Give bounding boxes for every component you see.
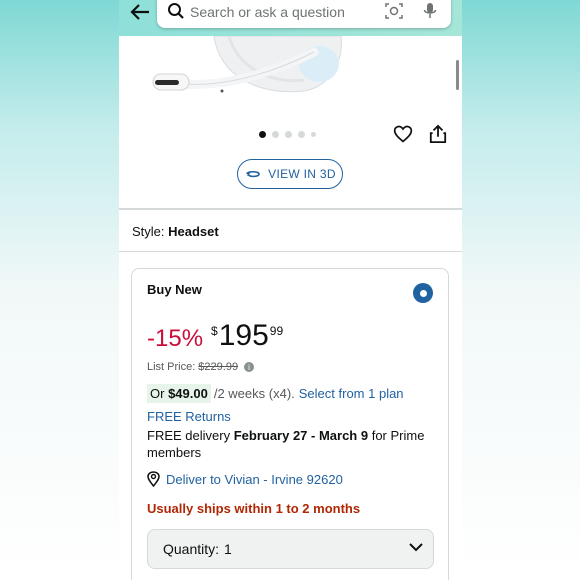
back-arrow-icon[interactable]: [127, 0, 153, 24]
price-whole: 195: [218, 319, 269, 352]
search-input[interactable]: Search or ask a question: [190, 4, 345, 20]
carousel-dot-1[interactable]: [259, 131, 266, 138]
quantity-label: Quantity:: [163, 541, 220, 557]
quantity-dropdown[interactable]: Quantity: 1: [147, 529, 434, 569]
scrollbar-thumb[interactable]: [456, 60, 459, 90]
price-fraction: 99: [269, 324, 284, 338]
delivery-prefix: FREE delivery: [147, 428, 231, 443]
style-label: Style:: [132, 224, 165, 239]
installment-offer: Or $49.00 /2 weeks (x4). Select from 1 p…: [147, 384, 404, 403]
info-icon[interactable]: i: [244, 362, 255, 372]
top-header: Search or ask a question: [119, 0, 462, 36]
search-bar[interactable]: Search or ask a question: [157, 0, 451, 28]
deliver-to-label: Deliver to Vivian - Irvine 92620: [166, 471, 343, 487]
free-returns-link[interactable]: FREE Returns: [147, 409, 231, 424]
search-icon: [168, 3, 184, 19]
installment-or: Or: [150, 386, 165, 401]
product-page: VIEW IN 3D Search or ask a question Styl…: [119, 0, 462, 580]
style-value: Headset: [168, 224, 219, 239]
shipping-notice: Usually ships within 1 to 2 months: [147, 501, 361, 516]
installment-terms: /2 weeks (x4).: [213, 386, 295, 401]
view-in-3d-button[interactable]: VIEW IN 3D: [237, 159, 343, 189]
list-price-value: $229.99: [198, 361, 239, 373]
list-price-label: List Price:: [147, 361, 196, 373]
chevron-down-icon: [409, 543, 423, 552]
style-selector[interactable]: Style: Headset: [132, 224, 219, 239]
camera-lens-icon[interactable]: [385, 2, 403, 20]
deliver-to-link[interactable]: Deliver to Vivian - Irvine 92620: [147, 471, 343, 487]
carousel-dot-2[interactable]: [272, 131, 279, 138]
microphone-icon[interactable]: [423, 2, 437, 20]
carousel-dot-3[interactable]: [285, 131, 292, 138]
rotate-3d-icon: [246, 170, 260, 178]
carousel-dot-4[interactable]: [298, 131, 305, 138]
price-block: -15% $ 195 99: [147, 319, 283, 353]
headset-image: [152, 36, 343, 93]
wishlist-heart-icon[interactable]: [393, 124, 413, 149]
installment-amount: $49.00: [168, 386, 208, 401]
share-icon[interactable]: [429, 124, 447, 149]
select-plan-link[interactable]: Select from 1 plan: [299, 386, 404, 401]
product-image-gallery[interactable]: VIEW IN 3D: [119, 36, 462, 208]
quantity-value: 1: [224, 541, 232, 557]
section-divider: [119, 251, 462, 252]
delivery-dates: February 27 - March 9: [233, 428, 369, 443]
carousel-dots: [259, 131, 316, 138]
location-pin-icon: [147, 471, 160, 487]
carousel-dot-5[interactable]: [311, 132, 316, 137]
buy-new-title: Buy New: [147, 282, 202, 297]
buy-new-card[interactable]: Buy New -15% $ 195 99 List Price: $229.9…: [131, 268, 449, 580]
list-price: List Price: $229.99 i: [147, 361, 255, 373]
discount-percent: -15%: [147, 325, 204, 352]
buy-new-radio[interactable]: [413, 283, 433, 303]
delivery-info: FREE delivery February 27 - March 9 for …: [147, 427, 437, 461]
price-currency: $: [211, 324, 218, 338]
section-divider: [119, 208, 462, 210]
view-in-3d-label: VIEW IN 3D: [268, 167, 336, 181]
installment-pill: Or $49.00: [147, 384, 211, 403]
